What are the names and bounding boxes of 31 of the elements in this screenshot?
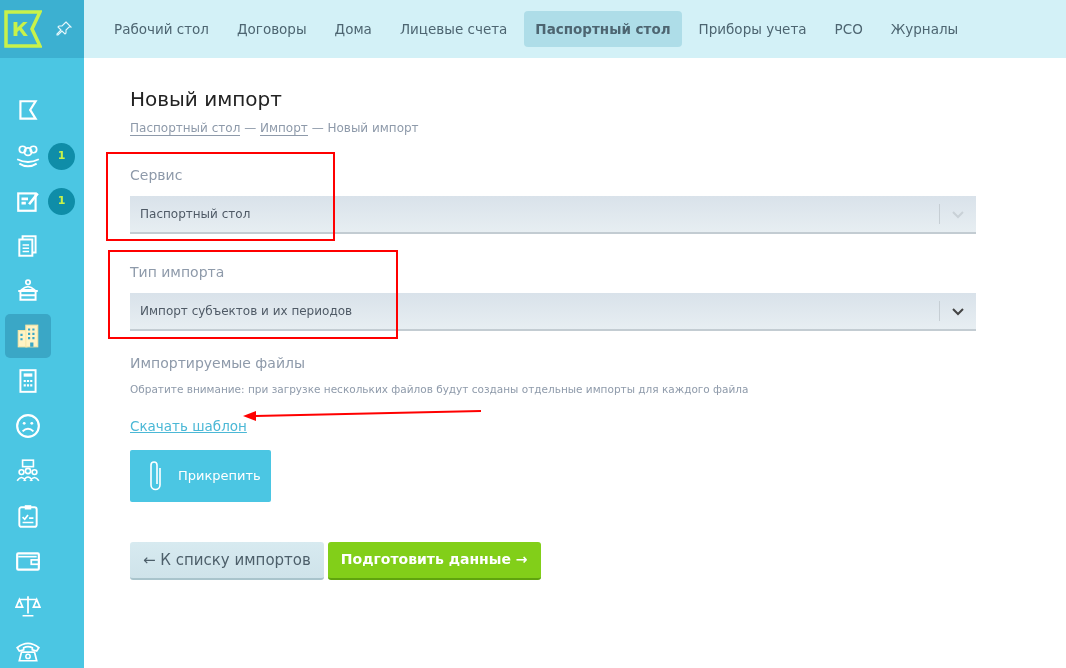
people-group-icon xyxy=(15,458,41,484)
nav-tab[interactable]: Паспортный стол xyxy=(524,10,682,48)
nav-tab[interactable]: РСО xyxy=(823,10,874,48)
count-badge: 1 xyxy=(48,187,75,215)
page-title: Новый импорт xyxy=(130,87,283,111)
clipboard-check-icon xyxy=(15,503,41,529)
sidebar-item[interactable] xyxy=(5,314,51,358)
field-label: Тип импорта xyxy=(130,263,226,282)
nav-tab[interactable]: Лицевые счета xyxy=(388,10,519,48)
field-label: Сервис xyxy=(130,166,184,185)
count-badge: 1 xyxy=(48,142,75,170)
people-icon xyxy=(15,143,41,169)
note-text: Обратите внимание: при загрузке нескольких файлов будут созданы отдельные импорты для каждого файла xyxy=(130,382,750,397)
sad-face-icon xyxy=(15,413,41,439)
paperclip-icon xyxy=(148,458,164,493)
reception-desk-icon xyxy=(15,278,41,304)
nav-tab[interactable]: Договоры xyxy=(226,10,318,48)
select-field[interactable]: Импорт субъектов и их периодов xyxy=(130,293,976,331)
nav-tab[interactable]: Журналы xyxy=(879,10,970,48)
nav-tab[interactable]: Рабочий стол xyxy=(103,10,220,48)
breadcrumb-text: — Новый импорт xyxy=(311,121,419,135)
breadcrumb-link[interactable]: Импорт xyxy=(259,121,308,136)
pin-icon[interactable] xyxy=(56,21,72,37)
section-label: Импортируемые файлы xyxy=(130,354,306,373)
scales-icon xyxy=(15,593,41,619)
nav-tab[interactable]: Дома xyxy=(323,10,383,48)
nav-tab[interactable]: Приборы учета xyxy=(687,10,818,48)
back-button[interactable]: ← К списку импортов xyxy=(130,541,324,580)
breadcrumb-text: — xyxy=(244,121,257,135)
building-icon xyxy=(15,323,41,349)
breadcrumb-link[interactable]: Паспортный стол xyxy=(130,121,241,136)
